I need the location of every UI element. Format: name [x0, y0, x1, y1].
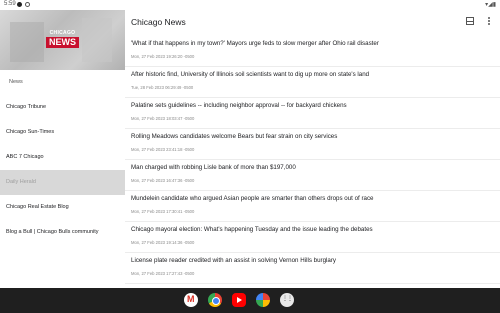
article-headline: Mundelein candidate who argued Asian peo… [131, 195, 374, 202]
page-title: Chicago News [131, 17, 186, 27]
article-date: Mon, 27 Feb 2023 23:41:18 -0500 [131, 147, 195, 152]
list-item[interactable]: Mundelein candidate who argued Asian peo… [125, 191, 500, 222]
article-headline: 'What if that happens in my town?' Mayor… [131, 40, 379, 47]
logo-main-text: NEWS [46, 37, 79, 48]
article-headline: Chicago mayoral election: What's happeni… [131, 226, 373, 233]
top-app-bar: Chicago News [125, 10, 500, 36]
taskbar [0, 288, 500, 313]
sidebar: CHICAGO NEWS News Chicago Tribune Chicag… [0, 10, 125, 288]
article-headline: License plate reader credited with an as… [131, 257, 336, 264]
article-headline: Rolling Meadows candidates welcome Bears… [131, 133, 338, 140]
notification-icon-2 [25, 2, 30, 7]
sidebar-item-chicago-real-estate-blog[interactable]: Chicago Real Estate Blog [0, 195, 125, 220]
sidebar-header-image: CHICAGO NEWS [0, 10, 125, 70]
sidebar-item-chicago-tribune[interactable]: Chicago Tribune [0, 95, 125, 120]
photos-icon[interactable] [256, 293, 270, 307]
status-time: 5:59 [4, 1, 16, 7]
article-date: Mon, 27 Feb 2023 19:14:36 -0500 [131, 240, 195, 245]
article-date: Tue, 28 Feb 2023 06:29:49 -0500 [131, 85, 194, 90]
article-headline: After historic find, University of Illin… [131, 71, 370, 78]
list-item[interactable]: After historic find, University of Illin… [125, 67, 500, 98]
article-list: 'What if that happens in my town?' Mayor… [125, 36, 500, 284]
layout-toggle-icon[interactable] [466, 17, 474, 25]
list-item[interactable]: License plate reader credited with an as… [125, 253, 500, 284]
list-item[interactable]: Chicago mayoral election: What's happeni… [125, 222, 500, 253]
sidebar-header-news: News [9, 79, 23, 85]
status-bar: 5:59 ▾◢▮ [0, 0, 500, 10]
article-date: Mon, 27 Feb 2023 17:30:41 -0500 [131, 209, 195, 214]
article-date: Mon, 27 Feb 2023 16:47:36 -0500 [131, 178, 195, 183]
youtube-icon[interactable] [232, 293, 246, 307]
logo-top-text: CHICAGO [49, 30, 76, 36]
article-date: Mon, 27 Feb 2023 19:26:20 -0500 [131, 54, 195, 59]
list-item[interactable]: Man charged with robbing Lisle bank of m… [125, 160, 500, 191]
list-item[interactable]: 'What if that happens in my town?' Mayor… [125, 36, 500, 67]
gmail-icon[interactable] [184, 293, 198, 307]
article-headline: Man charged with robbing Lisle bank of m… [131, 164, 296, 171]
notification-icon [17, 2, 22, 7]
article-date: Mon, 27 Feb 2023 17:27:43 -0500 [131, 271, 195, 276]
list-item[interactable]: Palatine sets guidelines -- including ne… [125, 98, 500, 129]
app-drawer-icon[interactable] [280, 293, 294, 307]
more-options-icon[interactable] [488, 17, 491, 26]
sidebar-nav: News Chicago Tribune Chicago Sun-Times A… [0, 70, 125, 245]
main-content: Chicago News 'What if that happens in my… [125, 10, 500, 288]
sidebar-item-daily-herald[interactable]: Daily Herald [0, 170, 125, 195]
list-item[interactable]: Rolling Meadows candidates welcome Bears… [125, 129, 500, 160]
chrome-icon[interactable] [208, 293, 222, 307]
app-logo: CHICAGO NEWS [46, 30, 79, 48]
article-date: Mon, 27 Feb 2023 18:03:47 -0500 [131, 116, 195, 121]
sidebar-item-chicago-sun-times[interactable]: Chicago Sun-Times [0, 120, 125, 145]
article-headline: Palatine sets guidelines -- including ne… [131, 102, 347, 109]
sidebar-item-blog-a-bull[interactable]: Blog a Bull | Chicago Bulls community [0, 220, 125, 245]
sidebar-item-abc7-chicago[interactable]: ABC 7 Chicago [0, 145, 125, 170]
system-icons: ▾◢▮ [485, 2, 496, 8]
